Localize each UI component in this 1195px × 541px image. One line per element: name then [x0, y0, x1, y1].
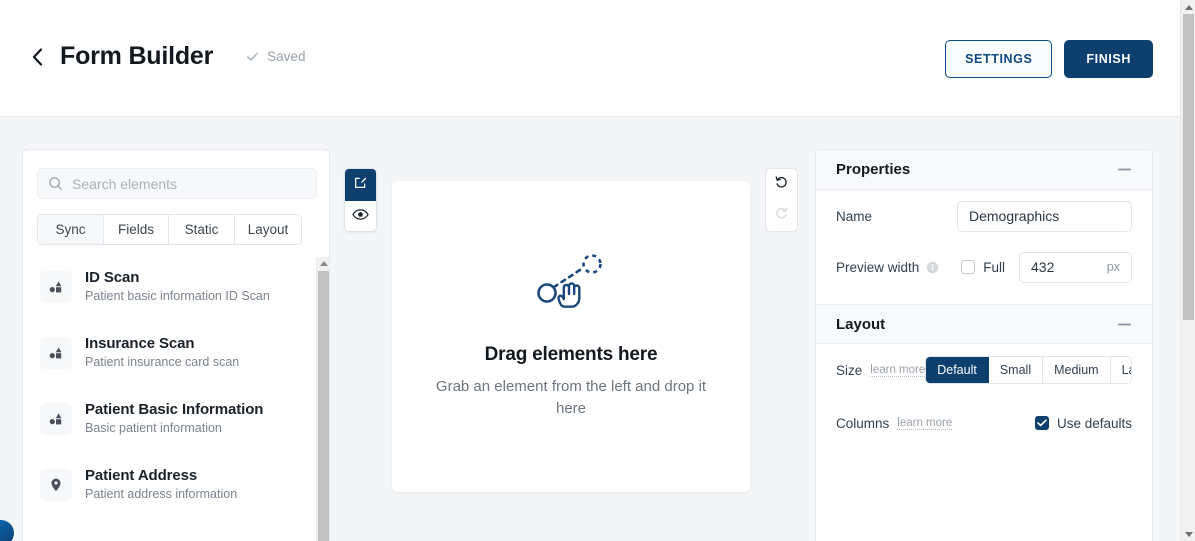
redo-icon	[774, 206, 789, 226]
shapes-icon	[40, 403, 72, 435]
size-option-large[interactable]: Large	[1111, 357, 1132, 383]
search-placeholder: Search elements	[72, 176, 177, 192]
preview-width-label: Preview width	[836, 260, 919, 275]
page-title: Form Builder	[60, 42, 213, 71]
chevron-left-icon[interactable]	[28, 44, 46, 70]
redo-button	[766, 200, 797, 231]
name-row: Name Demographics	[816, 190, 1152, 242]
list-item-text: Patient Basic Information Basic patient …	[85, 400, 263, 435]
use-defaults-toggle[interactable]: Use defaults	[1035, 416, 1132, 431]
app-root: Form Builder Saved SETTINGS FINISH	[0, 0, 1195, 541]
size-segmented-control: Default Small Medium Large	[925, 356, 1132, 384]
form-canvas-dropzone[interactable]: Drag elements here Grab an element from …	[392, 181, 750, 492]
list-item[interactable]: Patient Basic Information Basic patient …	[23, 389, 329, 455]
list-item-text: ID Scan Patient basic information ID Sca…	[85, 268, 270, 303]
dropzone-subtitle: Grab an element from the left and drop i…	[426, 376, 716, 421]
use-defaults-checkbox[interactable]	[1035, 416, 1049, 430]
list-item-title: Insurance Scan	[85, 335, 239, 352]
layout-section-header: Layout	[816, 304, 1152, 344]
preview-width-value: 432	[1031, 259, 1054, 275]
minus-icon[interactable]	[1116, 162, 1132, 178]
scrollbar-up-arrow-icon[interactable]	[317, 257, 330, 270]
element-list: ID Scan Patient basic information ID Sca…	[23, 257, 329, 541]
browser-scrollbar-thumb[interactable]	[1183, 14, 1194, 320]
search-icon	[48, 176, 63, 191]
list-item[interactable]: ID Scan Patient basic information ID Sca…	[23, 257, 329, 323]
columns-row: Columns learn more Use defaults	[816, 396, 1152, 450]
properties-section-header: Properties	[816, 150, 1152, 190]
element-category-tabs: Sync Fields Static Layout	[37, 214, 302, 245]
full-checkbox[interactable]	[961, 260, 975, 274]
size-learn-more-link[interactable]: learn more	[870, 364, 925, 377]
full-label: Full	[983, 260, 1005, 275]
list-item-title: Patient Basic Information	[85, 401, 263, 418]
drag-drop-hand-icon	[534, 253, 608, 318]
info-icon[interactable]	[926, 261, 939, 274]
list-item[interactable]: Patient Address Patient address informat…	[23, 455, 329, 521]
check-icon	[245, 49, 260, 64]
tab-fields[interactable]: Fields	[104, 215, 169, 244]
map-pin-icon	[40, 469, 72, 501]
list-item-desc: Patient address information	[85, 487, 237, 501]
preview-width-field[interactable]: 432 px	[1019, 252, 1132, 283]
list-item-title: Patient Address	[85, 467, 237, 484]
list-item-text: Insurance Scan Patient insurance card sc…	[85, 334, 239, 369]
shapes-icon	[40, 271, 72, 303]
preview-mode-button[interactable]	[345, 201, 376, 232]
undo-button[interactable]	[766, 169, 797, 200]
tab-static[interactable]: Static	[169, 215, 235, 244]
element-list-scrollbar[interactable]	[316, 257, 329, 541]
shapes-icon	[40, 337, 72, 369]
preview-width-unit: px	[1107, 260, 1120, 274]
name-label: Name	[836, 209, 872, 224]
scrollbar-thumb[interactable]	[318, 271, 329, 541]
canvas-mode-toggle	[344, 168, 377, 232]
full-width-toggle[interactable]: Full	[961, 260, 1005, 275]
minus-icon[interactable]	[1116, 316, 1132, 332]
save-status: Saved	[245, 49, 305, 64]
list-item[interactable]: Insurance Scan Patient insurance card sc…	[23, 323, 329, 389]
list-item-title: ID Scan	[85, 269, 270, 286]
size-option-default[interactable]: Default	[926, 357, 989, 383]
tab-layout[interactable]: Layout	[235, 215, 301, 244]
size-row: Size learn more Default Small Medium Lar…	[816, 344, 1152, 396]
edit-square-icon	[353, 175, 368, 195]
list-item-desc: Patient basic information ID Scan	[85, 289, 270, 303]
undo-icon	[774, 175, 789, 195]
layout-title: Layout	[836, 316, 885, 333]
list-item-text: Patient Address Patient address informat…	[85, 466, 237, 501]
scrollbar-down-arrow-icon[interactable]	[1181, 527, 1195, 541]
dropzone-title: Drag elements here	[485, 344, 658, 366]
header-actions: SETTINGS FINISH	[945, 40, 1153, 78]
browser-scrollbar[interactable]	[1180, 0, 1195, 541]
list-item-desc: Patient insurance card scan	[85, 355, 239, 369]
scrollbar-up-arrow-icon[interactable]	[1181, 0, 1195, 14]
properties-title: Properties	[836, 161, 910, 178]
name-field[interactable]: Demographics	[957, 201, 1132, 232]
page-scroll-area: Form Builder Saved SETTINGS FINISH	[0, 0, 1180, 541]
tab-sync[interactable]: Sync	[38, 215, 104, 244]
edit-mode-button[interactable]	[345, 169, 376, 201]
app-header: Form Builder Saved SETTINGS FINISH	[0, 0, 1180, 117]
preview-width-row: Preview width Full 432 px	[816, 242, 1152, 292]
finish-button[interactable]: FINISH	[1064, 40, 1153, 78]
columns-learn-more-link[interactable]: learn more	[897, 417, 952, 430]
settings-button[interactable]: SETTINGS	[945, 40, 1052, 78]
properties-panel: Properties Name Demographics Preview wid…	[815, 149, 1153, 541]
list-item-desc: Basic patient information	[85, 421, 263, 435]
elements-panel: Search elements Sync Fields Static Layou…	[22, 149, 330, 541]
header-left-group: Form Builder Saved	[28, 42, 305, 71]
eye-icon	[352, 208, 369, 226]
size-option-medium[interactable]: Medium	[1043, 357, 1110, 383]
use-defaults-label: Use defaults	[1057, 416, 1132, 431]
search-input[interactable]: Search elements	[37, 168, 317, 199]
save-status-label: Saved	[267, 49, 305, 64]
size-label: Size	[836, 363, 862, 378]
history-controls	[765, 168, 798, 232]
columns-label: Columns	[836, 416, 889, 431]
size-option-small[interactable]: Small	[989, 357, 1043, 383]
